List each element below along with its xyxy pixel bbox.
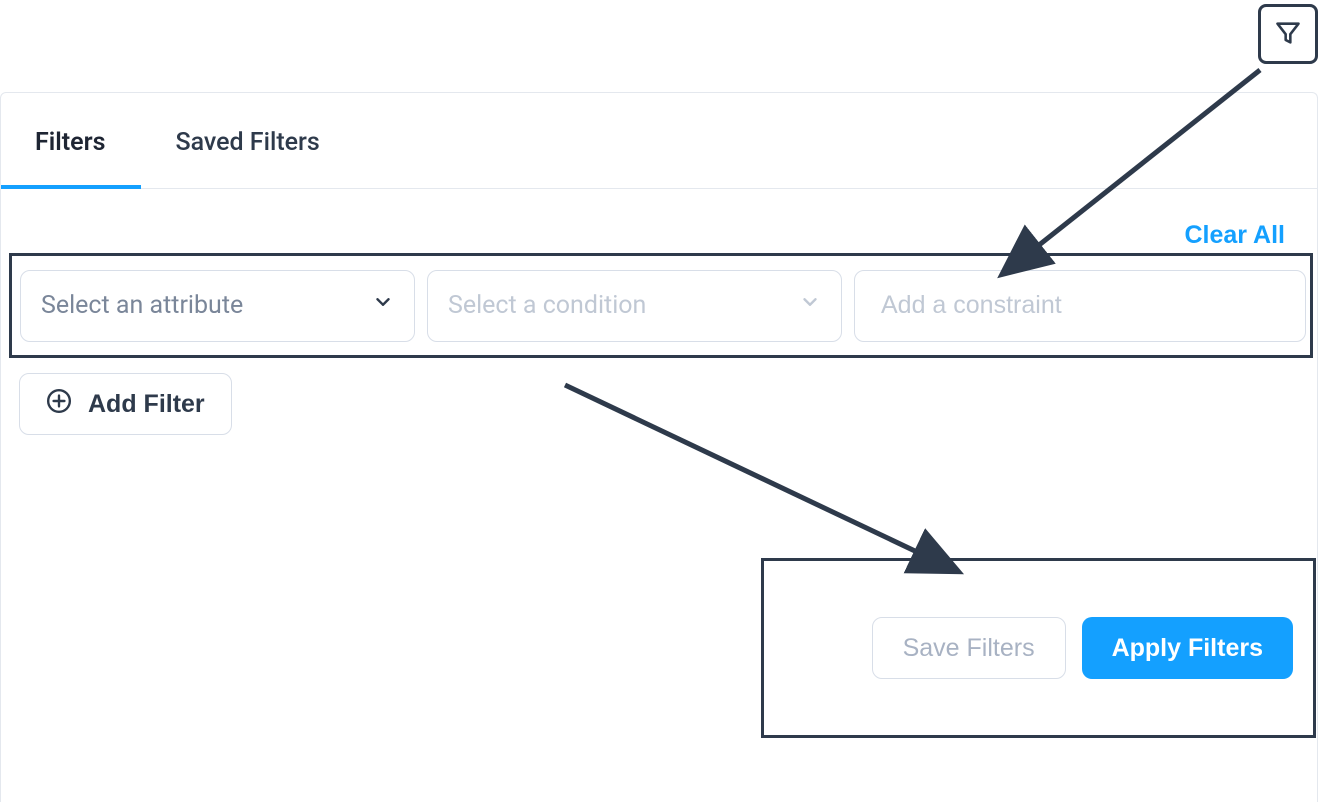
funnel-icon bbox=[1274, 19, 1302, 50]
save-filters-button[interactable]: Save Filters bbox=[872, 617, 1066, 679]
actions-row: Save Filters Apply Filters bbox=[761, 558, 1316, 738]
plus-circle-icon bbox=[46, 388, 72, 421]
filters-panel: Filters Saved Filters Clear All Select a… bbox=[0, 92, 1318, 802]
attribute-placeholder: Select an attribute bbox=[41, 291, 243, 320]
tab-saved-filters[interactable]: Saved Filters bbox=[141, 94, 355, 189]
clear-all-button[interactable]: Clear All bbox=[1184, 221, 1285, 250]
constraint-input[interactable] bbox=[854, 270, 1306, 342]
chevron-down-icon bbox=[799, 291, 821, 320]
condition-placeholder: Select a condition bbox=[448, 291, 646, 320]
add-filter-button[interactable]: Add Filter bbox=[19, 373, 232, 435]
filter-row: Select an attribute Select a condition bbox=[9, 253, 1313, 358]
filter-icon-button[interactable] bbox=[1258, 4, 1318, 64]
condition-select[interactable]: Select a condition bbox=[427, 270, 842, 342]
tabs-bar: Filters Saved Filters bbox=[1, 93, 1317, 189]
apply-filters-button[interactable]: Apply Filters bbox=[1082, 617, 1293, 679]
attribute-select[interactable]: Select an attribute bbox=[20, 270, 415, 342]
tab-filters[interactable]: Filters bbox=[1, 94, 141, 189]
add-filter-label: Add Filter bbox=[88, 390, 205, 419]
chevron-down-icon bbox=[372, 291, 394, 320]
